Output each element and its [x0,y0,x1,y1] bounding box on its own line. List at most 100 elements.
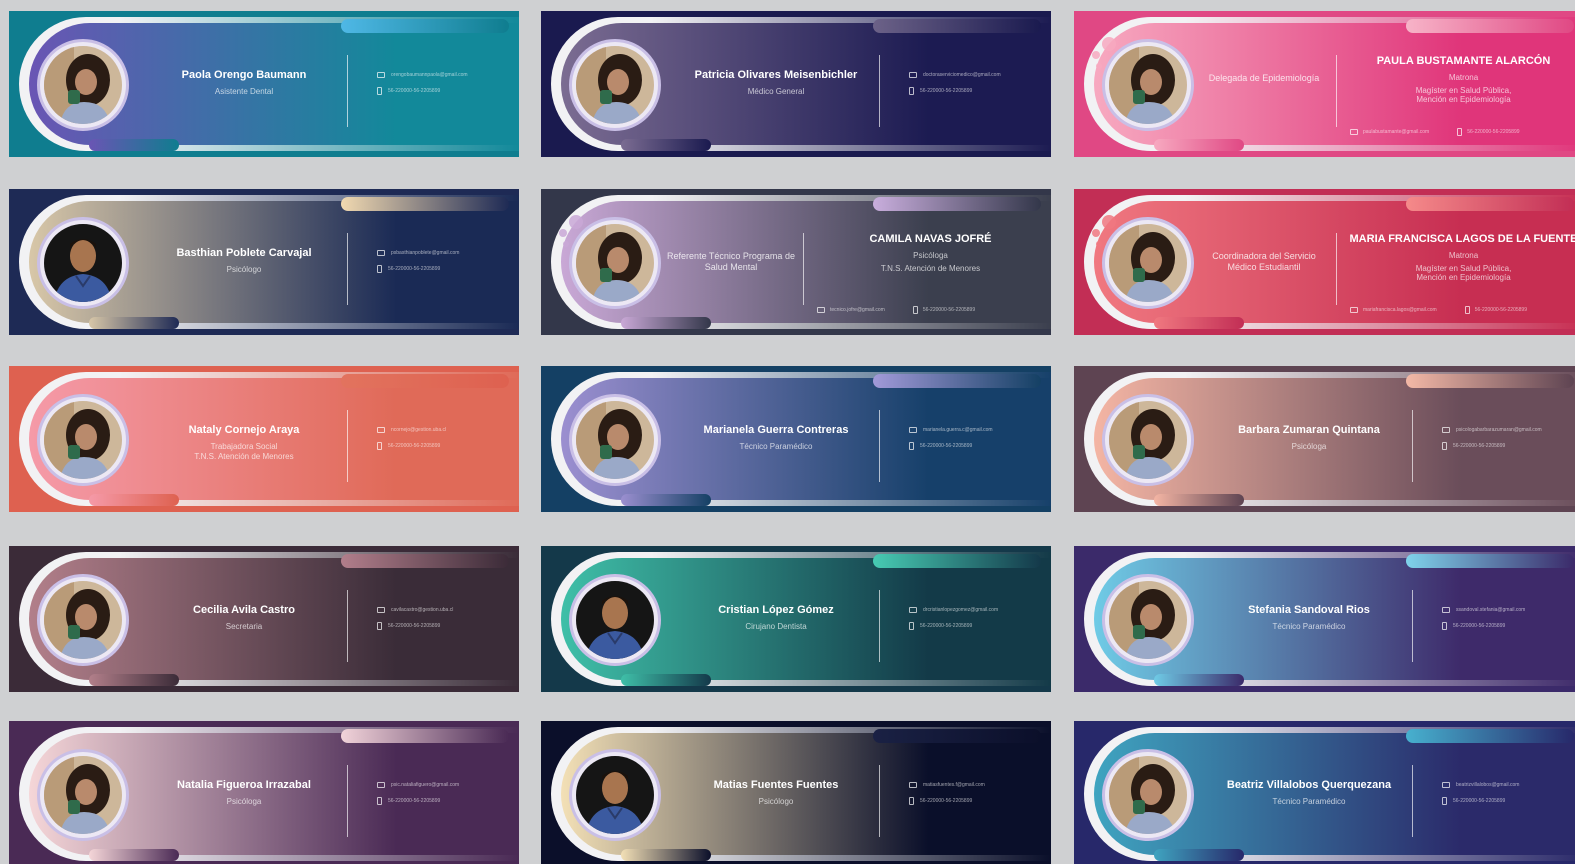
phone-number[interactable]: 56-220000-56-2205899 [388,798,440,804]
phone-number[interactable]: 56-220000-56-2205899 [388,623,440,629]
mail-icon [377,782,385,788]
email-link[interactable]: tecnico.jofre@gmail.com [830,307,885,313]
accent-bottom-bar [89,139,179,151]
profile-photo [1109,46,1187,124]
person-info: Paola Orengo Baumann Asistente Dental [139,69,349,96]
phone-number[interactable]: 56-220000-56-2205899 [1453,443,1505,449]
contact-info: drcristianlopezgomez@gmail.com 56-220000-… [909,602,998,634]
vertical-divider [1412,765,1413,837]
decorative-bubble [1102,37,1116,51]
accent-bottom-bar [621,317,711,329]
email-link[interactable]: orengobaumannpaola@gmail.com [391,72,468,78]
email-signature-card: Patricia Olivares Meisenbichler Médico Ge… [541,11,1051,157]
phone-number[interactable]: 56-220000-56-2205899 [920,443,972,449]
person-credentials: Magíster en Salud Pública, Mención en Ep… [1415,86,1512,105]
person-role: Asistente Dental [214,87,274,96]
email-link[interactable]: psbasthianpoblete@gmail.com [391,250,459,256]
accent-top-bar [873,729,1041,743]
phone-icon [909,622,914,630]
email-link[interactable]: drcristianlopezgomez@gmail.com [923,607,998,613]
contact-info: psic.nataliafiguero@gmail.com 56-220000-5… [377,777,459,809]
accent-bottom-bar [1154,139,1244,151]
contact-info: doctoraserviciomedico@gmail.com 56-220000… [909,67,1001,99]
accent-top-bar [341,374,509,388]
person-info: PAULA BUSTAMANTE ALARCÓN Matrona Magíster … [1346,55,1575,105]
phone-number[interactable]: 56-220000-56-2205899 [388,266,440,272]
phone-number[interactable]: 56-220000-56-2205899 [1453,798,1505,804]
accent-top-bar [1406,197,1574,211]
profile-photo-frame [569,394,661,486]
person-name: Beatriz Villalobos Querquezana [1226,779,1392,791]
phone-number[interactable]: 56-220000-56-2205899 [388,443,440,449]
profile-photo-frame [1102,574,1194,666]
email-link[interactable]: doctoraserviciomedico@gmail.com [923,72,1001,78]
vertical-divider [803,233,804,305]
phone-number[interactable]: 56-220000-56-2205899 [1475,307,1527,313]
email-link[interactable]: ncornejo@gestion.uba.cl [391,427,446,433]
phone-number[interactable]: 56-220000-56-2205899 [920,623,972,629]
email-signature-card: Delegada de Epidemiología PAULA BUSTAMANT… [1074,11,1575,157]
phone-number[interactable]: 56-220000-56-2205899 [388,88,440,94]
phone-icon [1442,797,1447,805]
email-signature-card: Referente Técnico Programa de Salud Ment… [541,189,1051,335]
person-info: CAMILA NAVAS JOFRÉ Psicóloga T.N.S. Atenci… [813,233,1048,273]
accent-bottom-bar [1154,494,1244,506]
phone-icon [377,622,382,630]
contact-info: matiasfuentes.f@gmail.com 56-220000-56-22… [909,777,985,809]
person-info: Cecilia Avila Castro Secretaria [139,604,349,631]
email-link[interactable]: ssandoval.stefania@gmail.com [1456,607,1525,613]
woman-portrait-icon [44,401,122,479]
man-portrait-icon [576,756,654,834]
email-signature-card: Matias Fuentes Fuentes Psicólogo matiasfue… [541,721,1051,864]
vertical-divider [879,410,880,482]
phone-icon [377,87,382,95]
decorative-bubble [569,215,583,229]
phone-icon [912,306,918,314]
phone-number[interactable]: 56-220000-56-2205899 [1453,623,1505,629]
person-name: MARIA FRANCISCA LAGOS DE LA FUENTE [1349,233,1575,245]
contact-info: beatrizvillalobos@gmail.com 56-220000-56-… [1442,777,1519,809]
email-link[interactable]: mariafrancisca.lagos@gmail.com [1363,307,1437,313]
phone-icon [377,797,382,805]
man-portrait-icon [576,581,654,659]
email-link[interactable]: beatrizvillalobos@gmail.com [1456,782,1519,788]
accent-bottom-bar [89,849,179,861]
email-signature-card: Cristian López Gómez Cirujano Dentista drc… [541,546,1051,692]
vertical-divider [1412,410,1413,482]
profile-photo [44,46,122,124]
accent-bottom-bar [621,494,711,506]
email-link[interactable]: marianela.guerra.c@gmail.com [923,427,993,433]
vertical-divider [347,765,348,837]
woman-portrait-icon [1109,401,1187,479]
decorative-bubble [1096,63,1102,69]
person-role: Matrona [1448,251,1479,260]
mail-icon [909,427,917,433]
woman-portrait-icon [44,756,122,834]
phone-number[interactable]: 56-220000-56-2205899 [920,88,972,94]
person-name: Cristian López Gómez [718,604,834,616]
person-credentials: T.N.S. Atención de Menores [194,452,294,462]
vertical-divider [1336,55,1337,127]
mail-icon [377,427,385,433]
email-signature-card: Stefania Sandoval Rios Técnico Paramédico… [1074,546,1575,692]
accent-top-bar [873,19,1041,33]
phone-number[interactable]: 56-220000-56-2205899 [1467,129,1519,135]
person-name: Barbara Zumaran Quintana [1238,424,1380,436]
email-signature-card: Beatriz Villalobos Querquezana Técnico Pa… [1074,721,1575,864]
mail-icon [817,307,825,313]
email-link[interactable]: psicologabarbarazumaran@gmail.com [1456,427,1542,433]
woman-portrait-icon [1109,46,1187,124]
contact-info: tecnico.jofre@gmail.com 56-220000-56-2205… [817,306,975,314]
email-link[interactable]: cavilacastro@gestion.uba.cl [391,607,453,613]
email-link[interactable]: paulabustamante@gmail.com [1363,129,1429,135]
position-title: Referente Técnico Programa de Salud Ment… [667,251,795,273]
contact-info: psicologabarbarazumaran@gmail.com 56-2200… [1442,422,1542,454]
mail-icon [1442,607,1450,613]
email-link[interactable]: matiasfuentes.f@gmail.com [923,782,985,788]
email-link[interactable]: psic.nataliafiguero@gmail.com [391,782,459,788]
profile-photo [44,581,122,659]
phone-number[interactable]: 56-220000-56-2205899 [920,798,972,804]
profile-photo-frame [1102,39,1194,131]
profile-photo [576,224,654,302]
phone-number[interactable]: 56-220000-56-2205899 [923,307,975,313]
